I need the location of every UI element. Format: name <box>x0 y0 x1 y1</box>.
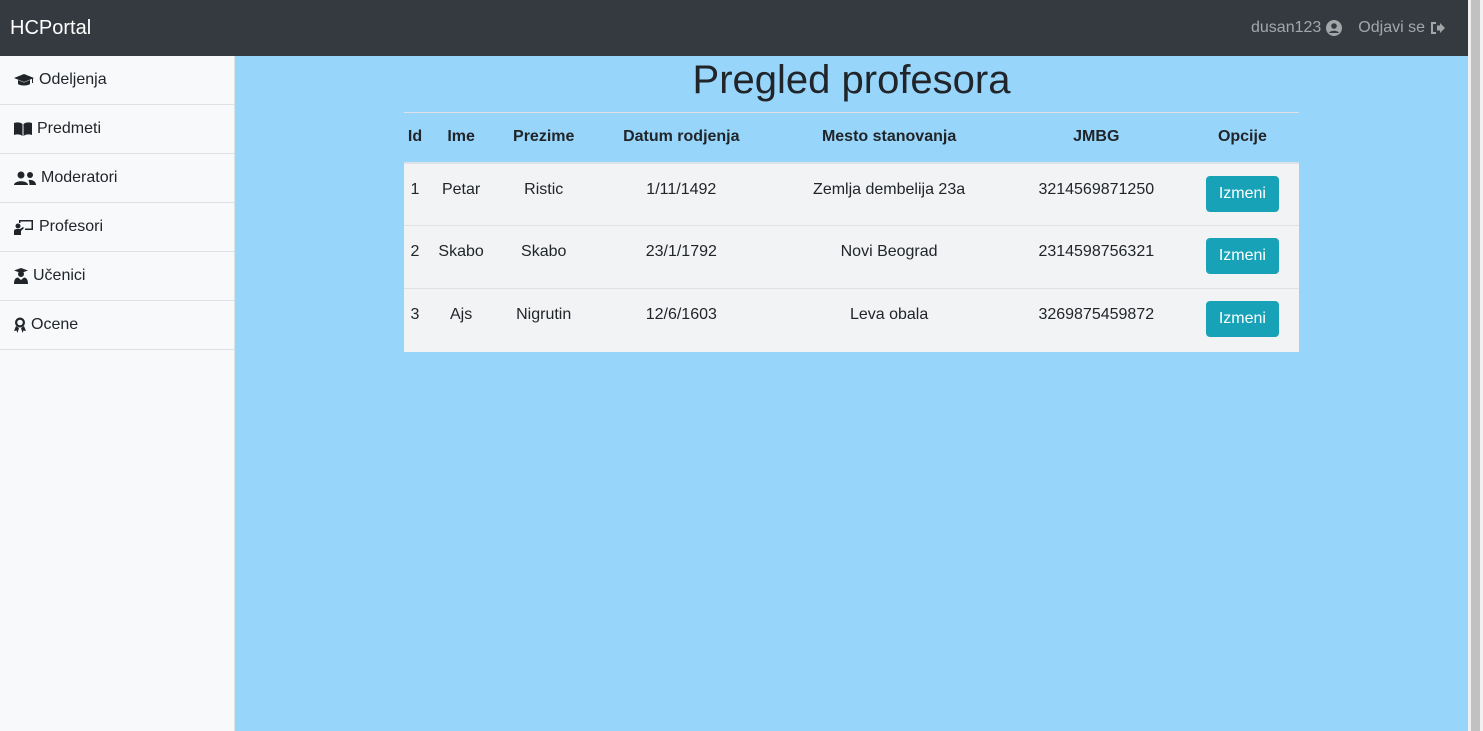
book-open-icon <box>14 122 32 136</box>
cell-opcije: Izmeni <box>1185 288 1299 352</box>
users-icon <box>14 171 36 185</box>
sidebar-item-label: Profesori <box>39 218 104 235</box>
column-header-jmbg: JMBG <box>1006 112 1186 164</box>
cell-datum: 23/1/1792 <box>591 225 772 289</box>
sidebar-item-label: Ocene <box>31 316 79 333</box>
navbar-right: dusan123 Odjavi se <box>1251 19 1446 37</box>
sidebar: Odeljenja Predmeti Moderatori Profesori <box>0 56 235 731</box>
column-header-opcije: Opcije <box>1185 112 1299 164</box>
edit-button[interactable]: Izmeni <box>1205 175 1279 212</box>
main-content: Pregled profesora Id Ime Prezime Datum r… <box>235 56 1468 731</box>
logout-link[interactable]: Odjavi se <box>1358 19 1446 37</box>
sidebar-item-ucenici[interactable]: Učenici <box>0 252 234 301</box>
user-profile-link[interactable]: dusan123 <box>1251 19 1343 37</box>
edit-button[interactable]: Izmeni <box>1205 238 1279 274</box>
sidebar-item-label: Učenici <box>33 267 86 284</box>
graduation-cap-icon <box>14 74 34 86</box>
column-header-datum: Datum rodjenja <box>591 112 772 164</box>
table-header-row: Id Ime Prezime Datum rodjenja Mesto stan… <box>404 112 1299 164</box>
chalkboard-teacher-icon <box>14 220 33 235</box>
cell-jmbg: 3214569871250 <box>1006 162 1186 226</box>
cell-datum: 1/11/1492 <box>591 162 772 226</box>
cell-ime: Petar <box>426 162 497 226</box>
cell-mesto: Leva obala <box>771 288 1007 352</box>
user-graduate-icon <box>14 268 28 284</box>
vertical-scrollbar[interactable] <box>1468 0 1483 731</box>
sidebar-item-profesori[interactable]: Profesori <box>0 203 234 252</box>
top-navbar: HCPortal dusan123 Odjavi se <box>0 0 1468 56</box>
cell-prezime: Ristic <box>496 162 592 226</box>
cell-ime: Skabo <box>426 225 497 289</box>
sign-out-icon <box>1431 22 1445 34</box>
table-row: 1 Petar Ristic 1/11/1492 Zemlja dembelij… <box>404 162 1299 226</box>
cell-opcije: Izmeni <box>1185 225 1299 289</box>
sidebar-item-moderatori[interactable]: Moderatori <box>0 154 234 203</box>
cell-prezime: Nigrutin <box>496 288 592 352</box>
username-label: dusan123 <box>1251 19 1322 36</box>
sidebar-item-odeljenja[interactable]: Odeljenja <box>0 56 234 105</box>
cell-jmbg: 2314598756321 <box>1006 225 1186 289</box>
cell-opcije: Izmeni <box>1185 162 1299 226</box>
cell-datum: 12/6/1603 <box>591 288 772 352</box>
sidebar-item-label: Predmeti <box>37 120 102 137</box>
column-header-mesto: Mesto stanovanja <box>771 112 1007 164</box>
cell-ime: Ajs <box>426 288 497 352</box>
table-row: 2 Skabo Skabo 23/1/1792 Novi Beograd 231… <box>404 225 1299 289</box>
cell-jmbg: 3269875459872 <box>1006 288 1186 352</box>
page-title: Pregled profesora <box>692 58 1011 102</box>
cell-mesto: Novi Beograd <box>771 225 1007 289</box>
column-header-ime: Ime <box>426 112 497 164</box>
professors-table-container: Id Ime Prezime Datum rodjenja Mesto stan… <box>404 112 1299 352</box>
logout-label: Odjavi se <box>1358 19 1425 36</box>
cell-prezime: Skabo <box>496 225 592 289</box>
column-header-prezime: Prezime <box>496 112 592 164</box>
sidebar-item-label: Odeljenja <box>39 71 107 88</box>
cell-id: 1 <box>404 162 426 226</box>
column-header-id: Id <box>404 112 426 164</box>
cell-mesto: Zemlja dembelija 23a <box>771 162 1007 226</box>
brand-link[interactable]: HCPortal <box>10 17 91 40</box>
cell-id: 2 <box>404 225 426 289</box>
user-circle-icon <box>1326 20 1343 36</box>
scrollbar-thumb[interactable] <box>1471 0 1480 731</box>
cell-id: 3 <box>404 288 426 352</box>
sidebar-item-ocene[interactable]: Ocene <box>0 301 234 350</box>
sidebar-item-predmeti[interactable]: Predmeti <box>0 105 234 154</box>
table-row: 3 Ajs Nigrutin 12/6/1603 Leva obala 3269… <box>404 288 1299 352</box>
edit-button[interactable]: Izmeni <box>1205 301 1279 337</box>
sidebar-item-label: Moderatori <box>41 169 118 186</box>
award-icon <box>14 317 26 333</box>
professors-table: Id Ime Prezime Datum rodjenja Mesto stan… <box>404 112 1299 352</box>
